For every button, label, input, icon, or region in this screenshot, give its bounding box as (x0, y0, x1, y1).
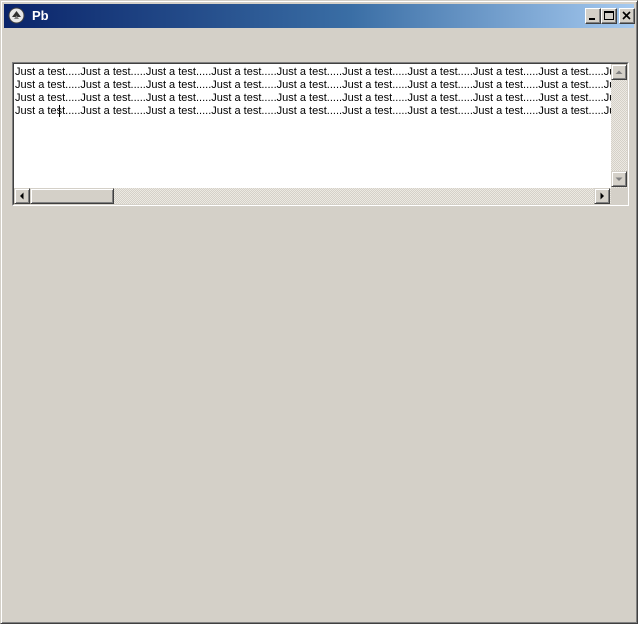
minimize-button[interactable] (585, 8, 601, 24)
text-line: Just a test.....Just a test.....Just a t… (15, 79, 611, 91)
scroll-left-button[interactable] (14, 188, 30, 204)
text-line: Just a test.....Just a test.....Just a t… (15, 66, 611, 78)
minimize-icon (589, 18, 595, 20)
title-bar[interactable]: Pb (4, 4, 635, 28)
vertical-scrollbar[interactable] (611, 64, 627, 188)
close-button[interactable] (619, 8, 635, 24)
text-line: Just a test.....Just a test.....Just a t… (15, 92, 611, 104)
text-editor[interactable]: Just a test.....Just a test.....Just a t… (12, 62, 629, 206)
text-editor-area[interactable]: Just a test.....Just a test.....Just a t… (13, 63, 628, 205)
vertical-scroll-track[interactable] (611, 80, 627, 171)
text-caret (59, 105, 60, 117)
maximize-icon (604, 11, 614, 20)
main-window: Pb Just a test.....Just a test.....Just … (0, 0, 638, 624)
arrow-down-icon (615, 177, 623, 181)
app-icon[interactable] (8, 7, 25, 24)
arrow-left-icon (20, 192, 24, 200)
window-title: Pb (32, 8, 49, 23)
editor-content[interactable]: Just a test.....Just a test.....Just a t… (15, 66, 611, 188)
text-line: Just a test.....Just a test.....Just a t… (15, 105, 611, 117)
maximize-button[interactable] (601, 8, 617, 24)
horizontal-scroll-thumb[interactable] (30, 188, 114, 204)
scroll-down-button[interactable] (611, 171, 627, 187)
horizontal-scrollbar[interactable] (14, 188, 611, 204)
arrow-right-icon (600, 192, 604, 200)
scroll-up-button[interactable] (611, 64, 627, 80)
scroll-right-button[interactable] (594, 188, 610, 204)
close-icon (622, 11, 631, 20)
scrollbar-corner (611, 188, 627, 204)
arrow-up-icon (615, 70, 623, 74)
